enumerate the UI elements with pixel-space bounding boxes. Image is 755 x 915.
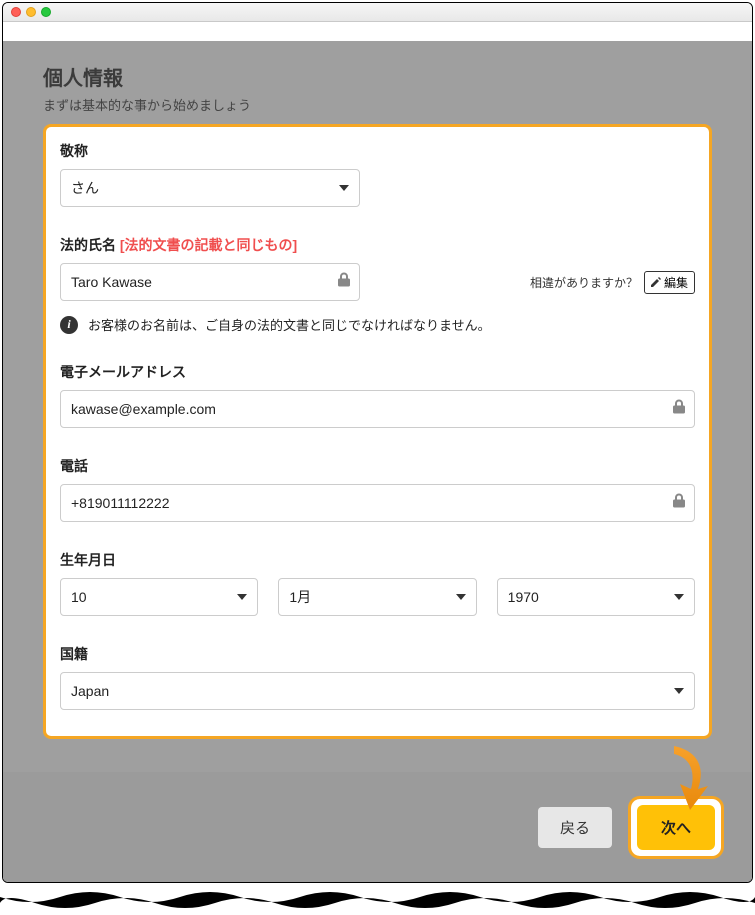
chevron-down-icon [674, 688, 684, 694]
dob-month-select[interactable]: 1月 [278, 578, 476, 616]
honorific-label: 敬称 [60, 141, 695, 161]
footer-bar: 戻る 次へ [3, 772, 752, 882]
honorific-select[interactable]: さん [60, 169, 360, 207]
legal-name-field[interactable]: Taro Kawase [60, 263, 360, 301]
window-close-button[interactable] [11, 7, 21, 17]
edit-button[interactable]: 編集 [644, 271, 695, 294]
dob-day-select[interactable]: 10 [60, 578, 258, 616]
email-field[interactable]: kawase@example.com [60, 390, 695, 428]
highlighted-form-card: 敬称 さん 法的氏名 [法的文書の記載と同じもの] Taro Kawase [43, 124, 712, 739]
lock-icon [673, 400, 685, 419]
window-zoom-button[interactable] [41, 7, 51, 17]
citizenship-value: Japan [71, 683, 109, 699]
discrepancy-text: 相違がありますか？ [530, 274, 638, 291]
legal-name-value: Taro Kawase [71, 274, 152, 290]
citizenship-label: 国籍 [60, 644, 695, 664]
dob-year-value: 1970 [508, 589, 539, 605]
window-titlebar [3, 3, 752, 22]
pencil-icon [651, 277, 661, 287]
torn-edge-decoration [0, 885, 755, 915]
dob-label: 生年月日 [60, 550, 695, 570]
back-button[interactable]: 戻る [538, 807, 612, 848]
lock-icon [338, 273, 350, 292]
page-subtitle: まずは基本的な事から始めましょう [43, 95, 712, 114]
phone-label: 電話 [60, 456, 695, 476]
email-label: 電子メールアドレス [60, 362, 695, 382]
page-title: 個人情報 [43, 62, 712, 91]
chevron-down-icon [339, 185, 349, 191]
legal-name-label: 法的氏名 [法的文書の記載と同じもの] [60, 235, 695, 255]
chevron-down-icon [456, 594, 466, 600]
window-minimize-button[interactable] [26, 7, 36, 17]
tutorial-arrow-icon [664, 744, 714, 814]
legal-name-hint: [法的文書の記載と同じもの] [120, 237, 297, 253]
citizenship-select[interactable]: Japan [60, 672, 695, 710]
info-icon: i [60, 316, 78, 334]
chevron-down-icon [674, 594, 684, 600]
email-value: kawase@example.com [71, 401, 216, 417]
dob-month-value: 1月 [289, 587, 311, 607]
chevron-down-icon [237, 594, 247, 600]
dob-year-select[interactable]: 1970 [497, 578, 695, 616]
honorific-value: さん [71, 178, 99, 198]
legal-name-info-text: お客様のお名前は、ご自身の法的文書と同じでなければなりません。 [88, 315, 491, 334]
lock-icon [673, 494, 685, 513]
app-window: 個人情報 まずは基本的な事から始めましょう 敬称 さん 法的氏名 [法的文書の記… [2, 2, 753, 883]
phone-value: +819011112222 [71, 495, 170, 511]
phone-field[interactable]: +819011112222 [60, 484, 695, 522]
dob-day-value: 10 [71, 589, 87, 605]
